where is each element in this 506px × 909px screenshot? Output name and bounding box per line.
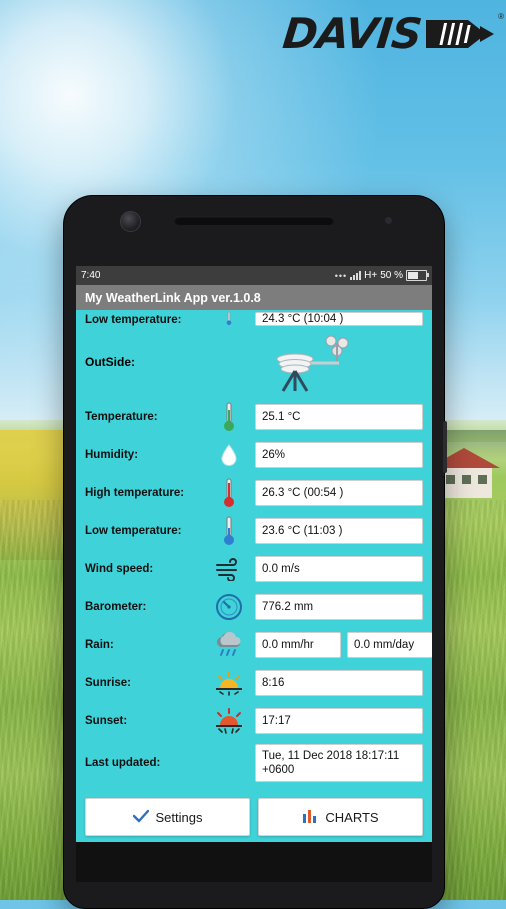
- humidity-drop-icon: [203, 443, 255, 467]
- section-title-outside: OutSide:: [85, 355, 135, 369]
- battery-percent-label: 50 %: [380, 270, 403, 281]
- signal-bars-icon: [350, 271, 362, 280]
- row-wind-speed: Wind speed: 0.0 m/s: [85, 550, 423, 588]
- thermometer-icon: [203, 402, 255, 432]
- app-content-scroll[interactable]: Low temperature: 24.3 °C (10:04 ) OutSid…: [76, 310, 432, 842]
- app-title: My WeatherLink App ver.1.0.8: [85, 290, 261, 305]
- row-value[interactable]: 26%: [255, 442, 423, 468]
- row-label: Low temperature:: [85, 525, 182, 537]
- row-temperature: Temperature: 25.1 °C: [85, 398, 423, 436]
- davis-logo: DAVIS ®: [280, 9, 504, 59]
- row-label: Barometer:: [85, 601, 147, 613]
- row-label: Sunrise:: [85, 677, 132, 689]
- settings-button-label: Settings: [155, 809, 203, 825]
- sunrise-icon: [203, 670, 255, 696]
- android-status-bar: 7:40 ••• H+ 50 %: [76, 266, 432, 285]
- row-value[interactable]: 24.3 °C (10:04 ): [255, 312, 423, 326]
- settings-button[interactable]: Settings: [85, 798, 250, 836]
- row-label: Humidity:: [85, 449, 139, 461]
- phone-screen: 7:40 ••• H+ 50 % My WeatherLink App ver.…: [76, 266, 432, 842]
- row-label: Sunset:: [85, 715, 128, 727]
- davis-logo-mark: ®: [424, 12, 504, 54]
- row-low-temperature-partial: Low temperature: 24.3 °C (10:04 ): [85, 310, 423, 326]
- row-value[interactable]: 8:16: [255, 670, 423, 696]
- row-label: Rain:: [85, 639, 114, 651]
- proximity-sensor-icon: [385, 217, 392, 224]
- row-rain: Rain: 0.0 mm/hr 0.0 mm/day: [85, 626, 432, 664]
- row-label: Temperature:: [85, 411, 158, 423]
- thermometer-high-icon: [203, 478, 255, 508]
- rain-cloud-icon: [203, 631, 255, 659]
- row-humidity: Humidity: 26%: [85, 436, 423, 474]
- section-outside: OutSide:: [85, 326, 423, 398]
- charts-button[interactable]: CHARTS: [258, 798, 423, 836]
- rain-day-value[interactable]: 0.0 mm/day: [347, 632, 432, 658]
- row-label: Wind speed:: [85, 563, 154, 575]
- front-camera-icon: [120, 211, 141, 232]
- bar-chart-icon: [302, 809, 318, 826]
- rain-rate-value[interactable]: 0.0 mm/hr: [255, 632, 341, 658]
- app-title-bar: My WeatherLink App ver.1.0.8: [76, 285, 432, 310]
- power-button[interactable]: [443, 421, 447, 473]
- row-value[interactable]: 23.6 °C (11:03 ): [255, 518, 423, 544]
- phone-top-bezel: [64, 196, 444, 266]
- row-label: High temperature:: [85, 487, 185, 499]
- row-barometer: Barometer: 776.2 mm: [85, 588, 423, 626]
- row-value[interactable]: 26.3 °C (00:54 ): [255, 480, 423, 506]
- thermometer-low-icon: [203, 312, 255, 326]
- bottom-button-bar: Settings CHARTS: [76, 798, 432, 836]
- row-sunset: Sunset: 17:17: [85, 702, 423, 740]
- sunset-icon: [203, 708, 255, 734]
- row-value[interactable]: 0.0 m/s: [255, 556, 423, 582]
- row-label: Last updated:: [85, 757, 161, 769]
- row-value[interactable]: 17:17: [255, 708, 423, 734]
- row-value[interactable]: 25.1 °C: [255, 404, 423, 430]
- status-time: 7:40: [81, 270, 101, 281]
- check-icon: [132, 809, 149, 826]
- weather-station-icon: [203, 329, 423, 395]
- row-label: Low temperature:: [85, 314, 182, 326]
- signal-dots-icon: •••: [334, 270, 348, 281]
- charts-button-label: CHARTS: [325, 809, 379, 825]
- network-type-label: H+: [364, 270, 378, 281]
- earpiece-speaker: [174, 216, 334, 225]
- row-low-temperature: Low temperature: 23.6 °C (11:03 ): [85, 512, 423, 550]
- davis-logo-text: DAVIS: [280, 9, 424, 59]
- thermometer-low-icon: [203, 516, 255, 546]
- battery-icon: [406, 270, 429, 281]
- row-high-temperature: High temperature: 26.3 °C (00:54 ): [85, 474, 423, 512]
- row-sunrise: Sunrise: 8:16: [85, 664, 423, 702]
- android-navigation-bar: [76, 842, 432, 882]
- trademark-symbol: ®: [498, 12, 504, 21]
- wind-icon: [203, 557, 255, 581]
- row-value[interactable]: Tue, 11 Dec 2018 18:17:11 +0600: [255, 744, 423, 782]
- barometer-gauge-icon: [203, 593, 255, 621]
- row-last-updated: Last updated: Tue, 11 Dec 2018 18:17:11 …: [85, 740, 423, 786]
- phone-device: 7:40 ••• H+ 50 % My WeatherLink App ver.…: [63, 195, 447, 909]
- row-value[interactable]: 776.2 mm: [255, 594, 423, 620]
